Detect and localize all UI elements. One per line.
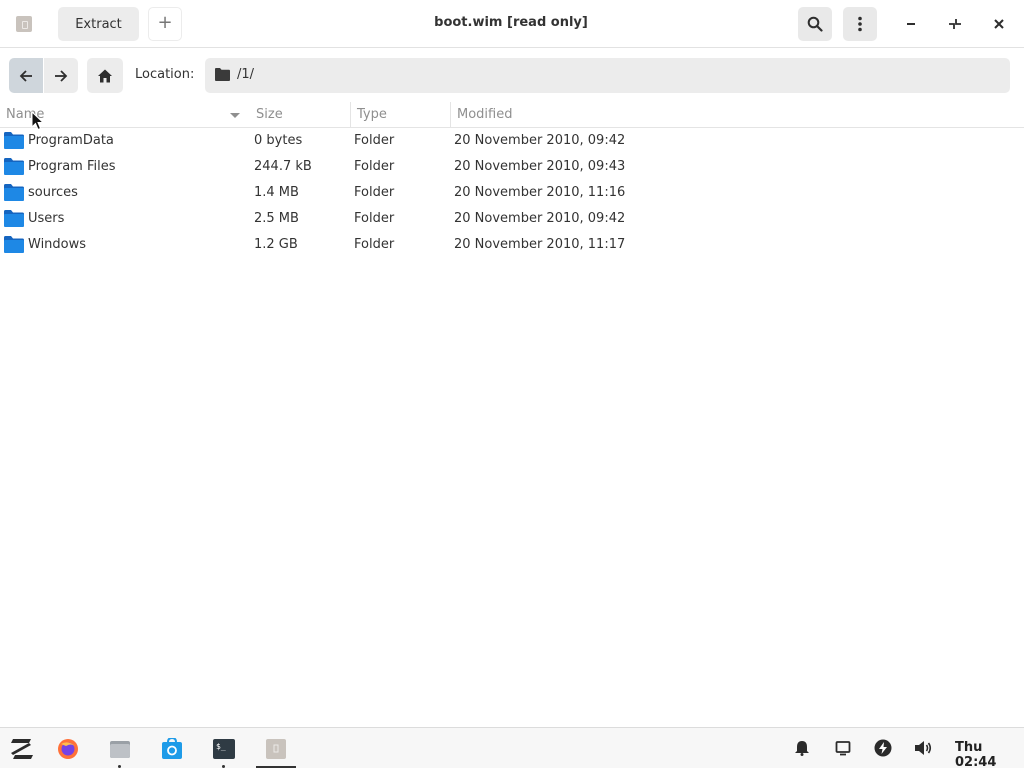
software-store-icon	[162, 737, 182, 759]
file-modified: 20 November 2010, 09:42	[454, 211, 626, 226]
sort-descending-icon	[230, 113, 240, 118]
file-type: Folder	[354, 159, 395, 174]
restore-button[interactable]	[938, 7, 972, 41]
volume-button[interactable]	[913, 738, 933, 758]
file-size: 244.7 kB	[254, 159, 312, 174]
folder-icon	[4, 132, 24, 149]
file-modified: 20 November 2010, 09:42	[454, 133, 626, 148]
zorin-menu-button[interactable]	[0, 728, 44, 768]
menu-button[interactable]	[843, 7, 877, 41]
file-size: 0 bytes	[254, 133, 303, 148]
file-size: 1.2 GB	[254, 237, 298, 252]
close-icon	[994, 19, 1004, 29]
minimize-button[interactable]	[894, 7, 928, 41]
file-name: Users	[28, 211, 65, 226]
display-icon	[835, 741, 851, 756]
file-row[interactable]: Windows 1.2 GB Folder 20 November 2010, …	[0, 232, 1024, 258]
terminal-icon: $_	[213, 738, 235, 759]
back-button[interactable]	[9, 58, 43, 93]
minimize-icon	[907, 23, 915, 25]
header-bar: Extract + boot.wim [read only]	[0, 0, 1024, 48]
file-row[interactable]: Program Files 244.7 kB Folder 20 Novembe…	[0, 154, 1024, 180]
file-modified: 20 November 2010, 11:17	[454, 237, 626, 252]
file-row[interactable]: sources 1.4 MB Folder 20 November 2010, …	[0, 180, 1024, 206]
terminal-button[interactable]: $_	[202, 728, 246, 768]
file-list: ProgramData 0 bytes Folder 20 November 2…	[0, 128, 1024, 258]
arrow-left-icon	[19, 69, 32, 82]
location-path: /1/	[237, 67, 255, 82]
software-store-button[interactable]	[150, 728, 194, 768]
new-tab-button[interactable]: +	[148, 7, 182, 41]
file-name: Windows	[28, 237, 87, 252]
file-name: Program Files	[28, 159, 116, 174]
clock[interactable]: Thu 02:44	[955, 740, 1024, 768]
extract-button[interactable]: Extract	[58, 7, 139, 41]
kebab-menu-icon	[858, 16, 862, 32]
home-icon	[98, 69, 112, 82]
file-name: ProgramData	[28, 133, 114, 148]
mouse-cursor-icon	[31, 111, 45, 131]
folder-icon	[215, 68, 230, 81]
file-row[interactable]: Users 2.5 MB Folder 20 November 2010, 09…	[0, 206, 1024, 232]
search-button[interactable]	[798, 7, 832, 41]
folder-icon	[4, 184, 24, 201]
restore-icon	[949, 19, 961, 29]
file-size: 2.5 MB	[254, 211, 299, 226]
files-icon	[110, 740, 130, 758]
location-bar[interactable]: /1/	[205, 58, 1010, 93]
svg-text:$_: $_	[216, 742, 226, 751]
file-modified: 20 November 2010, 11:16	[454, 185, 626, 200]
file-name: sources	[28, 185, 78, 200]
file-modified: 20 November 2010, 09:43	[454, 159, 626, 174]
file-row[interactable]: ProgramData 0 bytes Folder 20 November 2…	[0, 128, 1024, 154]
forward-button[interactable]	[44, 58, 78, 93]
file-type: Folder	[354, 133, 395, 148]
folder-icon	[4, 210, 24, 227]
column-size[interactable]: Size	[250, 102, 350, 128]
column-modified[interactable]: Modified	[450, 102, 1024, 128]
files-button[interactable]	[98, 728, 142, 768]
arrow-right-icon	[55, 69, 68, 82]
archive-icon	[16, 16, 32, 32]
notifications-icon	[795, 741, 809, 756]
file-type: Folder	[354, 237, 395, 252]
file-type: Folder	[354, 211, 395, 226]
folder-icon	[4, 158, 24, 175]
notifications-button[interactable]	[792, 738, 812, 758]
file-size: 1.4 MB	[254, 185, 299, 200]
column-type[interactable]: Type	[350, 102, 450, 128]
power-button[interactable]	[873, 738, 893, 758]
archive-manager-icon	[266, 738, 286, 759]
archive-manager-button[interactable]	[254, 728, 298, 768]
home-button[interactable]	[87, 58, 123, 93]
window-title: boot.wim [read only]	[434, 15, 588, 30]
firefox-button[interactable]	[46, 728, 90, 768]
firefox-icon	[58, 738, 78, 759]
zorin-menu-icon	[11, 738, 33, 759]
display-button[interactable]	[833, 738, 853, 758]
file-type: Folder	[354, 185, 395, 200]
folder-icon	[4, 236, 24, 253]
taskbar: $_ Thu 02:44	[0, 727, 1024, 768]
volume-icon	[915, 741, 932, 755]
close-button[interactable]	[982, 7, 1016, 41]
location-label: Location:	[135, 67, 195, 82]
power-icon	[874, 739, 892, 757]
column-header: Name Size Type Modified	[0, 102, 1024, 128]
search-icon	[807, 16, 823, 32]
